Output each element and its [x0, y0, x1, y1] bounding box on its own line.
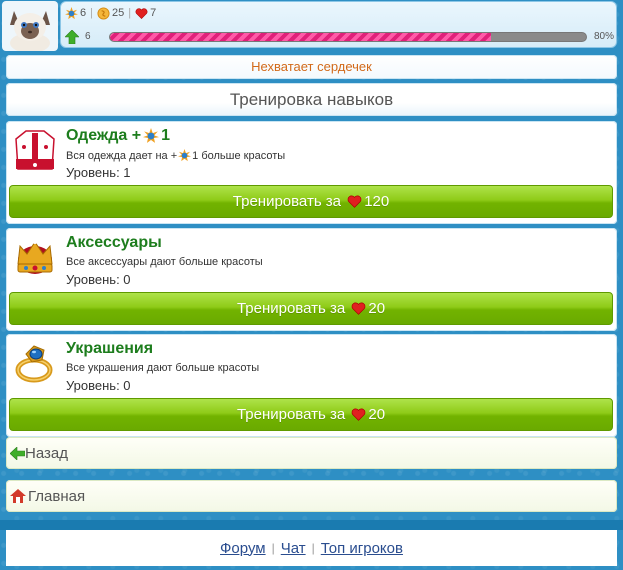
back-link-label: Назад [25, 444, 68, 462]
train-button-label: Тренировать за [236, 300, 350, 317]
skill-level: Уровень: 0 [66, 378, 131, 393]
train-button-cost: 120 [364, 193, 390, 210]
sun-star-icon [143, 128, 160, 143]
skill-description: Все украшения дают больше красоты [66, 362, 260, 374]
skill-level: Уровень: 1 [66, 165, 131, 180]
experience-progress-bar [109, 32, 587, 42]
skill-level: Уровень: 0 [66, 272, 131, 287]
hearts-value: 7 [150, 7, 157, 19]
train-button-cost: 20 [368, 300, 386, 317]
progress-percent: 80% [593, 31, 614, 42]
level-row: 6 80% [65, 28, 616, 46]
heart-icon [352, 302, 366, 315]
skill-desc-text: Вся одежда дает на + [66, 149, 178, 162]
train-button-label: Тренировать за [236, 406, 350, 423]
skill-card-clothing: Одежда + 1 Вся одежда дает на + 1 больше… [6, 121, 617, 224]
skill-name-text: Одежда + [66, 127, 142, 144]
footer: Форум | Чат | Топ игроков [6, 530, 617, 566]
heart-icon [347, 195, 362, 208]
stat-separator: | [128, 7, 132, 19]
back-link[interactable]: Назад [6, 437, 617, 469]
green-arrow-left-icon [10, 446, 25, 460]
skill-name-bonus: 1 [161, 127, 170, 144]
coins-stat: 25 [97, 6, 125, 20]
skill-description: Все аксессуары дают больше красоты [66, 256, 263, 268]
home-link-label: Главная [28, 487, 86, 505]
footer-separator: | [271, 541, 275, 555]
beauty-value: 6 [80, 7, 87, 19]
page-title: Тренировка навыков [6, 83, 617, 116]
skill-desc-bonus: 1 больше красоты [192, 149, 286, 162]
beauty-stat: 6 [65, 6, 87, 20]
train-accessories-button[interactable]: Тренировать за 20 [9, 292, 613, 325]
skill-name: Одежда + 1 [66, 127, 170, 145]
house-icon [10, 489, 26, 503]
skill-name: Украшения [66, 340, 154, 357]
forum-link[interactable]: Форум [220, 540, 266, 557]
cat-avatar[interactable] [2, 1, 58, 51]
footer-separator: | [311, 541, 315, 555]
heart-icon [352, 408, 366, 421]
chat-link[interactable]: Чат [281, 540, 306, 557]
level-value: 6 [85, 31, 91, 42]
notice-banner: Нехватает сердечек [6, 55, 617, 79]
heart-icon [135, 7, 148, 19]
stats-panel: 6 | 25 | 7 6 80% [60, 1, 617, 48]
train-button-label: Тренировать за [232, 193, 346, 210]
coin-icon [97, 6, 110, 20]
sun-star-icon [178, 149, 192, 162]
skill-name: Аксессуары [66, 234, 162, 251]
crown-icon [17, 240, 53, 274]
sun-star-icon [65, 6, 78, 19]
coins-value: 25 [111, 7, 125, 19]
footer-divider [0, 520, 623, 530]
skill-card-accessories: Аксессуары Все аксессуары дают больше кр… [6, 228, 617, 331]
green-arrow-up-icon [65, 30, 79, 44]
train-jewelry-button[interactable]: Тренировать за 20 [9, 398, 613, 431]
train-button-cost: 20 [368, 406, 386, 423]
clothing-icon [15, 130, 55, 170]
skill-card-jewelry: Украшения Все украшения дают больше крас… [6, 334, 617, 437]
stats-row: 6 | 25 | 7 [65, 5, 156, 21]
home-link[interactable]: Главная [6, 480, 617, 512]
stat-separator: | [90, 7, 93, 19]
top-players-link[interactable]: Топ игроков [321, 540, 403, 557]
experience-progress-fill [110, 33, 491, 41]
header: 6 | 25 | 7 6 80% [0, 0, 623, 52]
train-clothing-button[interactable]: Тренировать за 120 [9, 185, 613, 218]
skill-description: Вся одежда дает на + 1 больше красоты [66, 149, 285, 162]
ring-icon [15, 345, 53, 383]
hearts-stat: 7 [135, 7, 156, 20]
